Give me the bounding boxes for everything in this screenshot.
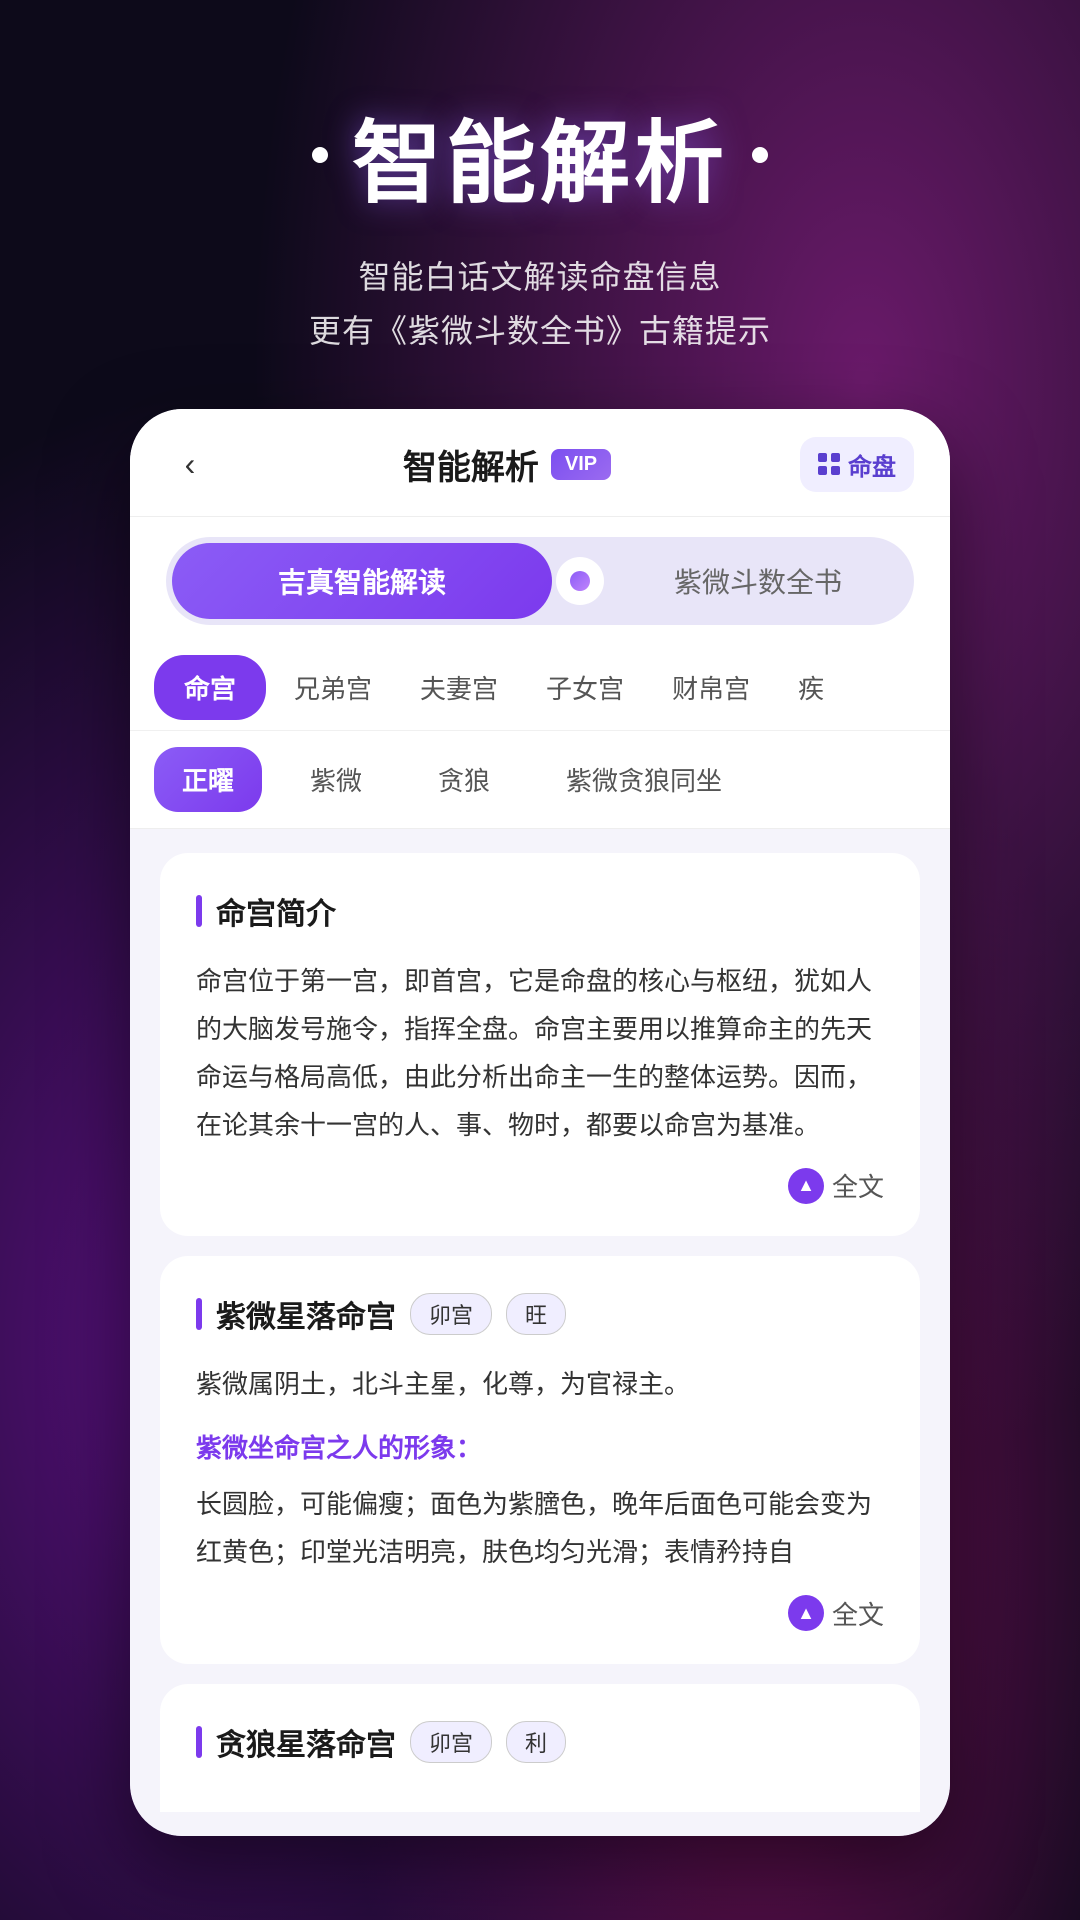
vip-badge: VIP bbox=[551, 449, 611, 480]
toggle-option1[interactable]: 吉真智能解读 bbox=[172, 543, 552, 619]
card2-badge1: 卯宫 bbox=[410, 1293, 492, 1335]
page-content: 智能解析 智能白话文解读命盘信息 更有《紫微斗数全书》古籍提示 ‹ 智能解析 V… bbox=[0, 0, 1080, 1836]
tab-xiongdigong[interactable]: 兄弟宫 bbox=[270, 647, 396, 728]
dot-right bbox=[752, 147, 768, 163]
nav-title: 智能解析 bbox=[403, 440, 539, 489]
card1-read-more-btn[interactable]: ▲ bbox=[788, 1168, 824, 1204]
card3-title: 贪狼星落命宫 bbox=[216, 1720, 396, 1764]
card1-read-more-row: ▲ 全文 bbox=[196, 1167, 884, 1204]
dot-left bbox=[312, 147, 328, 163]
hero-title: 智能解析 bbox=[352, 90, 728, 220]
tab-row-1: 命宫 兄弟宫 夫妻宫 子女宫 财帛宫 疾 bbox=[130, 645, 950, 731]
card1-title-row: 命宫简介 bbox=[196, 889, 884, 933]
card3-badge1: 卯宫 bbox=[410, 1721, 492, 1763]
card2-badge2: 旺 bbox=[506, 1293, 566, 1335]
phone-card: ‹ 智能解析 VIP 命盘 吉真智能解读 紫微斗数全书 bbox=[130, 409, 950, 1836]
nav-center: 智能解析 VIP bbox=[403, 440, 611, 489]
tab-ji[interactable]: 疾 bbox=[774, 647, 848, 728]
tab2-ziwei-tanlang[interactable]: 紫微贪狼同坐 bbox=[538, 747, 750, 812]
back-button[interactable]: ‹ bbox=[166, 440, 214, 488]
card3-title-bar bbox=[196, 1726, 202, 1758]
nav-bar: ‹ 智能解析 VIP 命盘 bbox=[130, 409, 950, 517]
subtitle-line2: 更有《紫微斗数全书》古籍提示 bbox=[309, 313, 771, 349]
card3-badge2: 利 bbox=[506, 1721, 566, 1763]
tab-zinvgong[interactable]: 子女宫 bbox=[522, 647, 648, 728]
card2-title-bar bbox=[196, 1298, 202, 1330]
card2-title: 紫微星落命宫 bbox=[216, 1292, 396, 1336]
card-ziwei-minggong: 紫微星落命宫 卯宫 旺 紫微属阴土，北斗主星，化尊，为官禄主。 紫微坐命宫之人的… bbox=[160, 1256, 920, 1663]
card1-title-bar bbox=[196, 895, 202, 927]
card2-body: 紫微属阴土，北斗主星，化尊，为官禄主。 紫微坐命宫之人的形象： 长圆脸，可能偏瘦… bbox=[196, 1360, 884, 1576]
subtitle-line1: 智能白话文解读命盘信息 bbox=[358, 259, 721, 295]
grid-icon bbox=[818, 453, 840, 475]
tab2-tanlang[interactable]: 贪狼 bbox=[410, 747, 518, 812]
tab-caibogong[interactable]: 财帛宫 bbox=[648, 647, 774, 728]
card2-read-more-row: ▲ 全文 bbox=[196, 1595, 884, 1632]
toggle-option2[interactable]: 紫微斗数全书 bbox=[608, 543, 908, 619]
mingpan-button[interactable]: 命盘 bbox=[800, 437, 914, 492]
toggle-dot bbox=[556, 557, 604, 605]
app-inner: ‹ 智能解析 VIP 命盘 吉真智能解读 紫微斗数全书 bbox=[130, 409, 950, 1836]
hero-title-row: 智能解析 bbox=[312, 90, 768, 220]
card2-sub-title: 紫微坐命宫之人的形象： bbox=[196, 1424, 884, 1472]
hero-subtitle: 智能白话文解读命盘信息 更有《紫微斗数全书》古籍提示 bbox=[309, 250, 771, 359]
tab-fuqigong[interactable]: 夫妻宫 bbox=[396, 647, 522, 728]
tab2-zhengyao[interactable]: 正曜 bbox=[154, 747, 262, 812]
card2-title-row: 紫微星落命宫 卯宫 旺 bbox=[196, 1292, 884, 1336]
card-minggong-jianjie: 命宫简介 命宫位于第一宫，即首宫，它是命盘的核心与枢纽，犹如人的大脑发号施令，指… bbox=[160, 853, 920, 1236]
card1-body: 命宫位于第一宫，即首宫，它是命盘的核心与枢纽，犹如人的大脑发号施令，指挥全盘。命… bbox=[196, 957, 884, 1149]
tab-row-2: 正曜 紫微 贪狼 紫微贪狼同坐 bbox=[130, 731, 950, 829]
card2-read-more-btn[interactable]: ▲ bbox=[788, 1595, 824, 1631]
card2-read-more-text[interactable]: 全文 bbox=[832, 1595, 884, 1632]
card3-title-row: 贪狼星落命宫 卯宫 利 bbox=[196, 1720, 884, 1764]
toggle-row: 吉真智能解读 紫微斗数全书 bbox=[130, 517, 950, 645]
toggle-container[interactable]: 吉真智能解读 紫微斗数全书 bbox=[166, 537, 914, 625]
card-tanlang-minggong: 贪狼星落命宫 卯宫 利 bbox=[160, 1684, 920, 1812]
content-area: 命宫简介 命宫位于第一宫，即首宫，它是命盘的核心与枢纽，犹如人的大脑发号施令，指… bbox=[130, 829, 950, 1836]
card1-title: 命宫简介 bbox=[216, 889, 336, 933]
tab2-ziwei[interactable]: 紫微 bbox=[282, 747, 390, 812]
tab-minggong[interactable]: 命宫 bbox=[154, 655, 266, 720]
card1-read-more-text[interactable]: 全文 bbox=[832, 1167, 884, 1204]
